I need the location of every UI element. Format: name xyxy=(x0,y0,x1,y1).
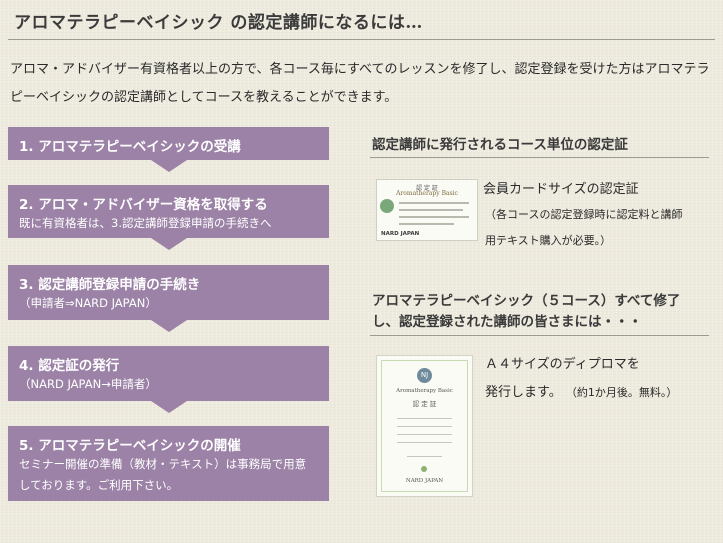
diploma-image: NJ Aromatherapy Basic 認 定 証 NARD JAPAN xyxy=(376,355,473,497)
diploma-footer: NARD JAPAN xyxy=(405,478,444,484)
diploma-section-heading-line1: アロマテラピーベイシック（５コース）すべて修了 xyxy=(372,293,681,309)
diploma-line xyxy=(397,418,452,419)
card-note-line2: 用テキスト購入が必要。） xyxy=(485,234,612,247)
step-4: 4. 認定証の発行 （NARD JAPAN→申請者） xyxy=(8,346,329,413)
title-divider xyxy=(8,39,715,40)
card-logo xyxy=(380,199,394,213)
card-note-line1: （各コースの認定登録時に認定料と講師 xyxy=(485,208,683,221)
diploma-line xyxy=(397,434,452,435)
card-footer: NARD JAPAN xyxy=(381,231,420,237)
diploma-note: （約1か月後。無料。） xyxy=(565,386,678,399)
step-1-title: 1. アロマテラピーベイシックの受講 xyxy=(19,139,241,155)
card-subtitle: Aromatherapy Basic xyxy=(396,190,458,197)
step-2-title: 2. アロマ・アドバイザー資格を取得する xyxy=(19,197,268,213)
diploma-subtitle: Aromatherapy Basic xyxy=(396,388,453,394)
certificate-section-heading: 認定講師に発行されるコース単位の認定証 xyxy=(372,137,628,153)
step-2-sub: 既に有資格者は、3.認定講師登録申請の手続きへ xyxy=(19,216,272,230)
step-5: 5. アロマテラピーベイシックの開催 セミナー開催の準備（教材・テキスト）は事務… xyxy=(8,426,329,501)
step-arrow xyxy=(150,238,187,250)
step-3: 3. 認定講師登録申請の手続き （申請者⇒NARD JAPAN） xyxy=(8,265,329,332)
diploma-line xyxy=(407,456,442,457)
page-title: アロマテラピーベイシック の認定講師になるには… xyxy=(14,13,423,33)
step-3-sub: （申請者⇒NARD JAPAN） xyxy=(19,296,157,310)
card-line xyxy=(399,223,454,225)
step-2: 2. アロマ・アドバイザー資格を取得する 既に有資格者は、3.認定講師登録申請の… xyxy=(8,185,329,250)
card-line xyxy=(399,202,469,204)
step-5-title: 5. アロマテラピーベイシックの開催 xyxy=(19,438,241,454)
diploma-heading: 認 定 証 xyxy=(412,400,437,408)
step-arrow xyxy=(150,160,187,172)
card-line xyxy=(399,216,469,218)
diploma-seal: NJ xyxy=(417,368,432,383)
diploma-line xyxy=(397,442,452,443)
step-arrow xyxy=(150,401,187,413)
step-3-title: 3. 認定講師登録申請の手続き xyxy=(19,277,201,293)
step-5-sub-line1: セミナー開催の準備（教材・テキスト）は事務局で用意 xyxy=(19,457,307,471)
diploma-text-line1: Ａ４サイズのディプロマを xyxy=(485,357,640,372)
step-4-title: 4. 認定証の発行 xyxy=(19,358,120,374)
card-size-text: 会員カードサイズの認定証 xyxy=(483,182,639,197)
step-5-sub-line2: しております。ご利用下さい。 xyxy=(19,478,179,492)
diploma-issue-text: 発行します。 xyxy=(485,385,562,400)
step-4-sub: （NARD JAPAN→申請者） xyxy=(19,377,157,391)
diploma-section-heading-line2: し、認定登録された講師の皆さまには・・・ xyxy=(372,314,642,330)
step-1: 1. アロマテラピーベイシックの受講 xyxy=(8,127,329,172)
diploma-line xyxy=(397,426,452,427)
diploma-text-line2: 発行します。 （約1か月後。無料。） xyxy=(485,381,677,400)
card-line xyxy=(399,209,463,211)
diploma-leaf xyxy=(421,466,427,472)
step-arrow xyxy=(150,320,187,332)
member-card-image: 認 定 証 Aromatherapy Basic NARD JAPAN xyxy=(376,179,478,241)
intro-paragraph: アロマ・アドバイザー有資格者以上の方で、各コース毎にすべてのレッスンを修了し、認… xyxy=(10,62,710,105)
section-divider xyxy=(370,335,709,336)
section-divider xyxy=(370,157,709,158)
